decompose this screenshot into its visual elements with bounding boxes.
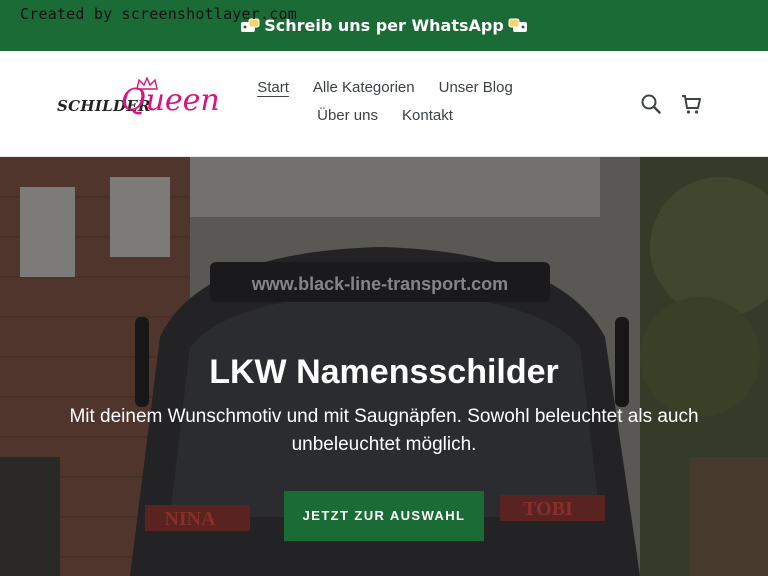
site-logo[interactable]: SCHILDER Queen — [55, 75, 220, 133]
hero-banner: www.black-line-transport.com NINA TOBI L… — [0, 157, 768, 576]
search-icon[interactable] — [640, 93, 662, 115]
crown-icon — [136, 77, 158, 90]
nav-item-unser-blog[interactable]: Unser Blog — [439, 79, 513, 96]
hero-title: LKW Namensschilder — [209, 353, 559, 391]
hero-subtitle: Mit deinem Wunschmotiv und mit Saugnäpfe… — [69, 406, 699, 455]
nav-item-alle-kategorien[interactable]: Alle Kategorien — [313, 79, 415, 96]
cart-icon[interactable] — [680, 93, 702, 115]
hero-content: LKW Namensschilder Mit deinem Wunschmoti… — [0, 349, 768, 541]
announcement-text: Schreib uns per WhatsApp — [264, 16, 504, 35]
hero-cta-button[interactable]: JETZT ZUR AUSWAHL — [283, 491, 485, 541]
watermark-text: Created by screenshotlayer.com — [20, 5, 297, 23]
nav-item-kontakt[interactable]: Kontakt — [402, 107, 453, 124]
site-header: SCHILDER Queen Start Alle Kategorien Uns… — [0, 51, 768, 157]
whatsapp-emoji-icon — [508, 18, 527, 32]
header-icons — [640, 93, 702, 115]
nav-row-1: Start Alle Kategorien Unser Blog — [230, 73, 540, 101]
nav-item-start[interactable]: Start — [257, 79, 289, 96]
nav-item-ueber-uns[interactable]: Über uns — [317, 107, 378, 124]
main-nav: Start Alle Kategorien Unser Blog Über un… — [230, 73, 540, 129]
nav-row-2: Über uns Kontakt — [230, 101, 540, 129]
